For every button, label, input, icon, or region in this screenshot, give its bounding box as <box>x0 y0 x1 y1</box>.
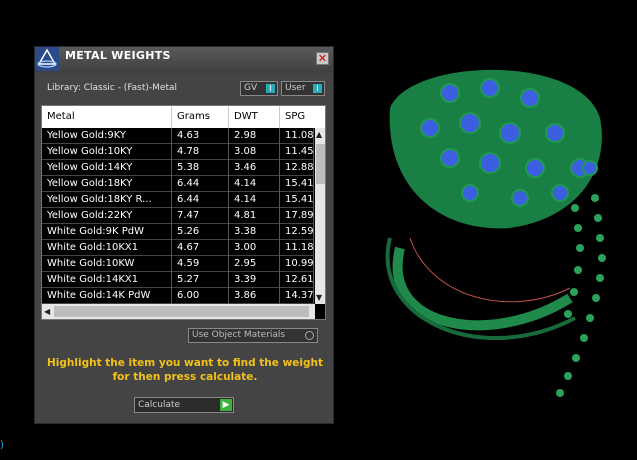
cell-dwt: 3.39 <box>229 272 280 288</box>
table-row[interactable]: White Gold:14KX1 5.27 3.39 12.61 <box>42 272 314 288</box>
cell-grams: 5.38 <box>172 160 229 176</box>
table-row[interactable]: Yellow Gold:18KY R... 6.44 4.14 15.41 <box>42 192 314 208</box>
cell-metal: White Gold:10KX1 <box>42 240 172 256</box>
instruction-message: Highlight the item you want to find the … <box>47 357 323 383</box>
cell-metal: Yellow Gold:18KY <box>42 176 172 192</box>
table-row[interactable]: White Gold:10KW 4.59 2.95 10.99 <box>42 256 314 272</box>
calculate-button[interactable]: Calculate ▶ <box>134 397 234 413</box>
cell-metal: White Gold:14KX1 <box>42 272 172 288</box>
vertical-scroll-thumb[interactable] <box>316 144 325 184</box>
cell-dwt: 4.14 <box>229 192 280 208</box>
library-label: Library: Classic - (Fast)-Metal <box>47 83 178 93</box>
cell-grams: 6.00 <box>172 288 229 304</box>
cell-spg: 17.89 <box>280 208 314 224</box>
calculate-label: Calculate <box>138 400 181 410</box>
cell-metal: White Gold:10KW <box>42 256 172 272</box>
gv-label: GV <box>244 83 258 93</box>
cell-metal: White Gold:14K PdW <box>42 288 172 304</box>
panel-title: METAL WEIGHTS <box>65 49 171 62</box>
cell-grams: 4.59 <box>172 256 229 272</box>
user-indicator-icon: I <box>313 84 322 93</box>
cell-metal: Yellow Gold:9KY <box>42 128 172 144</box>
cell-dwt: 3.08 <box>229 144 280 160</box>
cell-grams: 4.78 <box>172 144 229 160</box>
cell-spg: 12.61 <box>280 272 314 288</box>
user-toggle[interactable]: User I <box>281 81 325 96</box>
metal-table: Metal Grams DWT SPG Yellow Gold:9KY 4.63 2… <box>41 105 326 320</box>
cell-dwt: 3.38 <box>229 224 280 240</box>
cell-spg: 12.88 <box>280 160 314 176</box>
scroll-up-icon[interactable]: ▲ <box>316 130 322 139</box>
cell-spg: 12.59 <box>280 224 314 240</box>
close-icon: ✕ <box>317 52 328 65</box>
cell-spg: 14.37 <box>280 288 314 304</box>
cell-spg: 15.41 <box>280 192 314 208</box>
vertical-scrollbar[interactable]: ▲ ▼ <box>315 128 325 304</box>
table-row[interactable]: Yellow Gold:10KY 4.78 3.08 11.45 <box>42 144 314 160</box>
column-header-spg[interactable]: SPG <box>280 106 325 128</box>
cell-grams: 5.26 <box>172 224 229 240</box>
metal-weights-panel: METAL WEIGHTS ✕ Library: Classic - (Fast… <box>34 46 334 424</box>
cell-metal: Yellow Gold:18KY R... <box>42 192 172 208</box>
cell-grams: 4.63 <box>172 128 229 144</box>
column-header-metal[interactable]: Metal <box>42 106 172 128</box>
horizontal-scroll-thumb[interactable] <box>54 306 309 317</box>
column-header-grams[interactable]: Grams <box>172 106 229 128</box>
close-button[interactable]: ✕ <box>316 52 329 65</box>
gv-toggle[interactable]: GV I <box>240 81 278 96</box>
cell-dwt: 4.14 <box>229 176 280 192</box>
cell-spg: 10.99 <box>280 256 314 272</box>
table-row[interactable]: White Gold:10KX1 4.67 3.00 11.18 <box>42 240 314 256</box>
user-label: User <box>285 83 306 93</box>
horizontal-scrollbar[interactable]: ◀ <box>42 304 315 319</box>
cell-metal: White Gold:9K PdW <box>42 224 172 240</box>
cell-dwt: 3.46 <box>229 160 280 176</box>
cell-grams: 5.27 <box>172 272 229 288</box>
cell-grams: 4.67 <box>172 240 229 256</box>
cell-metal: Yellow Gold:14KY <box>42 160 172 176</box>
cell-metal: Yellow Gold:22KY <box>42 208 172 224</box>
table-row[interactable]: Yellow Gold:22KY 7.47 4.81 17.89 <box>42 208 314 224</box>
cell-metal: Yellow Gold:10KY <box>42 144 172 160</box>
column-header-dwt[interactable]: DWT <box>229 106 280 128</box>
cell-dwt: 4.81 <box>229 208 280 224</box>
cell-spg: 11.08 <box>280 128 314 144</box>
panel-titlebar[interactable]: METAL WEIGHTS ✕ <box>35 47 333 73</box>
cell-grams: 7.47 <box>172 208 229 224</box>
table-row[interactable]: Yellow Gold:18KY 6.44 4.14 15.41 <box>42 176 314 192</box>
cell-dwt: 2.95 <box>229 256 280 272</box>
cell-spg: 11.18 <box>280 240 314 256</box>
use-object-materials-label: Use Object Materials <box>192 330 286 340</box>
scroll-left-icon[interactable]: ◀ <box>44 307 50 316</box>
cell-dwt: 3.00 <box>229 240 280 256</box>
cell-dwt: 2.98 <box>229 128 280 144</box>
scroll-down-icon[interactable]: ▼ <box>316 293 322 302</box>
cell-spg: 15.41 <box>280 176 314 192</box>
cell-spg: 11.45 <box>280 144 314 160</box>
cell-dwt: 3.86 <box>229 288 280 304</box>
play-icon[interactable]: ▶ <box>220 399 232 411</box>
table-row[interactable]: White Gold:14K PdW 6.00 3.86 14.37 <box>42 288 314 304</box>
cell-grams: 6.44 <box>172 192 229 208</box>
table-row[interactable]: White Gold:9K PdW 5.26 3.38 12.59 <box>42 224 314 240</box>
use-object-materials-option[interactable]: Use Object Materials <box>188 328 318 343</box>
gv-indicator-icon: I <box>266 84 275 93</box>
table-header: Metal Grams DWT SPG <box>42 106 325 128</box>
table-row[interactable]: Yellow Gold:9KY 4.63 2.98 11.08 <box>42 128 314 144</box>
app-logo-icon <box>35 47 59 71</box>
cell-grams: 6.44 <box>172 176 229 192</box>
radio-icon[interactable] <box>305 331 314 340</box>
corner-marker-icon: ) <box>0 440 4 451</box>
table-row[interactable]: Yellow Gold:14KY 5.38 3.46 12.88 <box>42 160 314 176</box>
ring-3d-model[interactable] <box>370 48 630 428</box>
